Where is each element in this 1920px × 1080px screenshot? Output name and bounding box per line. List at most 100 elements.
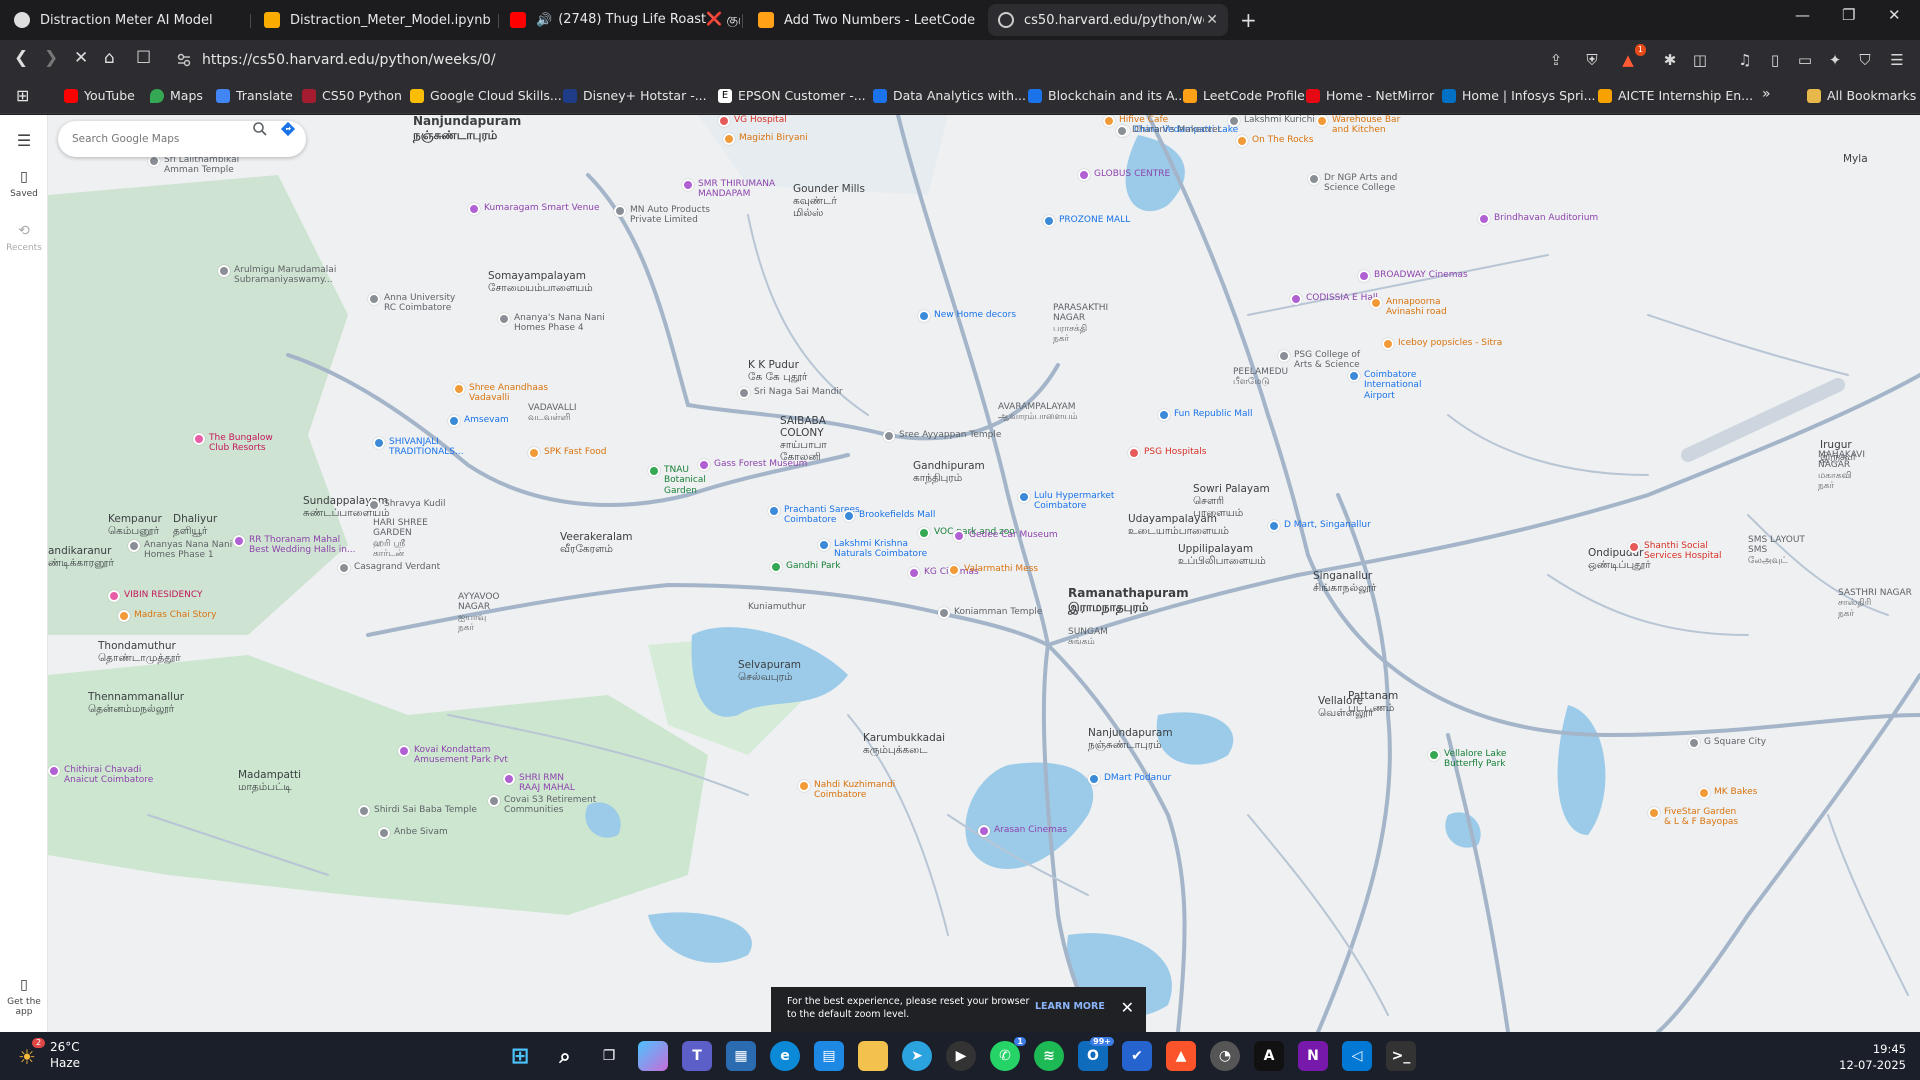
place-label[interactable]: PARASAKTHI NAGAR பராசக்தி நகர் bbox=[1053, 303, 1108, 344]
place-label[interactable]: Singanallur சிங்காநல்லூர் bbox=[1313, 570, 1376, 594]
poi-marker[interactable]: Casagrand Verdant bbox=[338, 562, 440, 574]
spotify-icon[interactable]: ≋ bbox=[1034, 1041, 1064, 1071]
poi-marker[interactable]: New Home decors bbox=[918, 310, 1016, 322]
telegram-icon[interactable]: ➤ bbox=[902, 1041, 932, 1071]
learn-more-link[interactable]: LEARN MORE bbox=[1035, 1001, 1105, 1014]
place-label[interactable]: Kempanur கெம்பனூர் bbox=[108, 513, 162, 537]
system-clock[interactable]: 19:45 12-07-2025 bbox=[1839, 1041, 1906, 1073]
maps-search-box[interactable]: Search Google Maps bbox=[58, 121, 306, 157]
poi-marker[interactable]: Shree Anandhaas Vadavalli bbox=[453, 383, 548, 404]
place-label[interactable]: HARI SHREE GARDEN ஹரி ஸ்ரீ கார்டன் bbox=[373, 518, 428, 559]
poi-marker[interactable]: Koniamman Temple bbox=[938, 607, 1042, 619]
place-label[interactable]: AYYAVOO NAGAR ஐயாவு நகர் bbox=[458, 592, 500, 633]
wallet-icon[interactable]: ▭ bbox=[1795, 50, 1815, 70]
close-icon[interactable]: ✕ bbox=[1121, 997, 1134, 1019]
sidebar-icon[interactable]: ▯ bbox=[1765, 50, 1785, 70]
todo-icon[interactable]: ✔ bbox=[1122, 1041, 1152, 1071]
poi-marker[interactable]: RR Thoranam Mahal Best Wedding Halls in.… bbox=[233, 535, 356, 556]
place-label[interactable]: Selvapuram செல்வபுரம் bbox=[738, 659, 801, 683]
media-icon[interactable]: ♫ bbox=[1735, 50, 1755, 70]
brave-rewards-icon[interactable]: ▲ 1 bbox=[1618, 44, 1646, 70]
bookmark-cs50[interactable]: CS50 Python bbox=[302, 88, 402, 103]
bookmark-cloud-skills[interactable]: Google Cloud Skills... bbox=[410, 88, 562, 103]
poi-marker[interactable]: Arulmigu Marudamalai Subramaniyaswamy... bbox=[218, 265, 336, 286]
vpn-icon[interactable]: ⛉ bbox=[1855, 50, 1875, 70]
copilot-icon[interactable] bbox=[638, 1041, 668, 1071]
poi-marker[interactable]: Gass Forest Museum bbox=[698, 459, 807, 471]
tab-leetcode[interactable]: Add Two Numbers - LeetCode bbox=[748, 4, 988, 36]
poi-marker[interactable]: Coimbatore International Airport bbox=[1348, 370, 1421, 401]
saved-button[interactable]: ▯ Saved bbox=[0, 169, 48, 199]
poi-marker[interactable]: Amsevam bbox=[448, 415, 509, 427]
poi-marker[interactable]: Vellalore Lake Butterfly Park bbox=[1428, 749, 1506, 770]
place-label[interactable]: VADAVALLI வடவள்ளி bbox=[528, 403, 577, 424]
poi-marker[interactable]: Lakshmi Kurichi bbox=[1228, 115, 1315, 127]
poi-marker[interactable]: VG Hospital bbox=[718, 115, 787, 127]
bookmark-translate[interactable]: Translate bbox=[216, 88, 293, 103]
place-label[interactable]: Pattanam பட்டணம் bbox=[1348, 690, 1398, 714]
poi-marker[interactable]: SPK Fast Food bbox=[528, 447, 606, 459]
place-label[interactable]: andikaranur ண்டிக்காரனூர் bbox=[48, 545, 114, 569]
site-info-icon[interactable] bbox=[176, 52, 192, 68]
screenshot-icon[interactable]: ◫ bbox=[1690, 50, 1710, 70]
teams-icon[interactable]: T bbox=[682, 1041, 712, 1071]
edge-icon[interactable]: e bbox=[770, 1041, 800, 1071]
poi-marker[interactable]: VIBIN RESIDENCY bbox=[108, 590, 203, 602]
terminal-icon[interactable]: >_ bbox=[1386, 1041, 1416, 1071]
place-label[interactable]: MAHAKAVI NAGAR மகாகவி நகர் bbox=[1818, 450, 1865, 491]
poi-marker[interactable]: CODISSIA E Hall bbox=[1290, 293, 1378, 305]
poi-marker[interactable]: G Square City bbox=[1688, 737, 1766, 749]
whatsapp-icon[interactable]: ✆ 1 bbox=[990, 1037, 1026, 1071]
bookmark-blockchain[interactable]: Blockchain and its A... bbox=[1028, 88, 1186, 103]
search-icon[interactable]: ⌕ bbox=[550, 1041, 580, 1071]
poi-marker[interactable]: SHIVANJALI TRADITIONALS... bbox=[373, 437, 464, 458]
directions-icon[interactable] bbox=[280, 121, 296, 137]
poi-marker[interactable]: Dr NGP Arts and Science College bbox=[1308, 173, 1397, 194]
poi-marker[interactable]: On The Rocks bbox=[1236, 135, 1313, 147]
poi-marker[interactable]: Valarmathi Mess bbox=[948, 564, 1038, 576]
poi-marker[interactable]: Gedee Car Museum bbox=[953, 530, 1058, 542]
poi-marker[interactable]: SMR THIRUMANA MANDAPAM bbox=[682, 179, 775, 200]
minimize-icon[interactable]: — bbox=[1795, 6, 1810, 24]
bookmark-epson[interactable]: E EPSON Customer -... bbox=[718, 88, 866, 103]
poi-marker[interactable]: Shravya Kudil bbox=[368, 499, 446, 511]
poi-marker[interactable]: PROZONE MALL bbox=[1043, 215, 1130, 227]
back-icon[interactable]: ❮ bbox=[14, 48, 28, 68]
place-label[interactable]: Kuniamuthur bbox=[748, 602, 806, 612]
close-window-icon[interactable]: ✕ bbox=[1888, 6, 1901, 24]
tab-cs50[interactable]: cs50.harvard.edu/python/weeks/ ✕ bbox=[988, 4, 1228, 36]
poi-marker[interactable]: GLOBUS CENTRE bbox=[1078, 169, 1170, 181]
poi-marker[interactable]: Gandhi Park bbox=[770, 561, 840, 573]
bookmark-data-analytics[interactable]: Data Analytics with... bbox=[873, 88, 1026, 103]
bookmark-infosys[interactable]: Home | Infosys Spri... bbox=[1442, 88, 1596, 103]
recents-button[interactable]: ⟲ Recents bbox=[0, 223, 48, 253]
poi-marker[interactable]: Hifive Cafe bbox=[1103, 115, 1168, 127]
poi-marker[interactable]: SHRI RMN RAAJ MAHAL bbox=[503, 773, 575, 794]
bookmark-maps[interactable]: Maps bbox=[150, 88, 203, 103]
bookmark-netmirror[interactable]: Home - NetMirror bbox=[1306, 88, 1434, 103]
poi-marker[interactable]: Ananyas Nana Nani Homes Phase 1 bbox=[128, 540, 232, 561]
search-icon[interactable] bbox=[252, 121, 268, 137]
bookmark-leetcode[interactable]: LeetCode Profile bbox=[1183, 88, 1305, 103]
tab-distraction-meter[interactable]: Distraction Meter AI Model bbox=[4, 4, 244, 36]
poi-marker[interactable]: TNAU Botanical Garden bbox=[648, 465, 706, 496]
poi-marker[interactable]: Anna University RC Coimbatore bbox=[368, 293, 455, 314]
share-icon[interactable]: ⇪ bbox=[1546, 50, 1566, 70]
widgets-icon[interactable]: ▦ bbox=[726, 1041, 756, 1071]
restore-icon[interactable]: ❐ bbox=[1842, 6, 1855, 24]
place-label[interactable]: SMS LAYOUT SMS லேஅவுட் bbox=[1748, 535, 1805, 566]
vscode-icon[interactable]: ◁ bbox=[1342, 1041, 1372, 1071]
poi-marker[interactable]: FiveStar Garden & L & F Bayopas bbox=[1648, 807, 1738, 828]
apps-grid-icon[interactable]: ⊞ bbox=[16, 86, 29, 105]
task-view-icon[interactable]: ❐ bbox=[594, 1041, 624, 1071]
poi-marker[interactable]: Ananya's Nana Nani Homes Phase 4 bbox=[498, 313, 605, 334]
place-label[interactable]: Nanjundapuram நஞ்சுண்டாபுரம் bbox=[413, 115, 521, 143]
poi-marker[interactable]: Anbe Sivam bbox=[378, 827, 448, 839]
poi-marker[interactable]: Iceboy popsicles - Sitra bbox=[1382, 338, 1502, 350]
poi-marker[interactable]: Shanthi Social Services Hospital bbox=[1628, 541, 1722, 562]
address-bar[interactable]: https://cs50.harvard.edu/python/weeks/0/ bbox=[166, 45, 1566, 75]
get-app-button[interactable]: ▯ Get the app bbox=[0, 977, 48, 1017]
adobe-icon[interactable]: A bbox=[1254, 1041, 1284, 1071]
poi-marker[interactable]: Lakshmi Krishna Naturals Coimbatore bbox=[818, 539, 927, 560]
place-label[interactable]: Thennammanallur தென்னம்மநல்லூர் bbox=[88, 691, 184, 715]
